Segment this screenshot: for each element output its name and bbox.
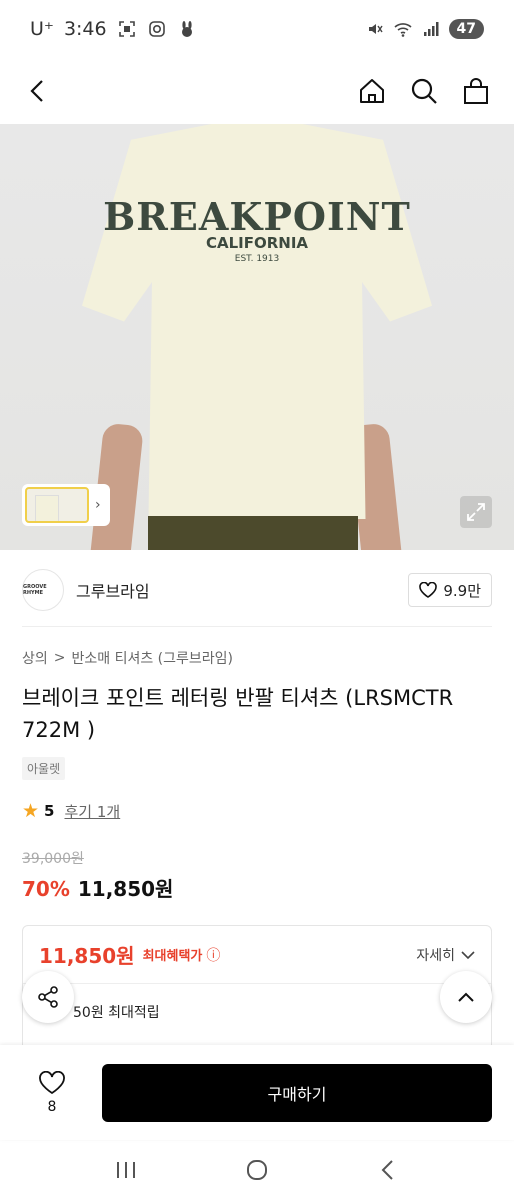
chevron-down-icon	[461, 950, 475, 959]
sale-price: 11,850원	[77, 877, 174, 901]
wishlist-button[interactable]: 8	[22, 1070, 82, 1115]
product-title: 브레이크 포인트 레터링 반팔 티셔츠 (LRSMCTR 722M )	[22, 686, 454, 742]
buy-button[interactable]: 구매하기	[102, 1063, 492, 1122]
chevron-left-icon	[381, 1160, 394, 1180]
brand-row[interactable]: GROOVE RHYME 그루브라임 9.9만	[22, 560, 492, 620]
carrier: U⁺	[30, 18, 54, 40]
home-nav-button[interactable]	[237, 1150, 277, 1190]
expand-button[interactable]	[460, 496, 492, 528]
star-icon: ★	[22, 800, 40, 822]
recent-apps-button[interactable]	[106, 1150, 146, 1190]
signal-icon	[421, 19, 441, 39]
battery-indicator: 47	[448, 19, 484, 39]
review-link[interactable]: 후기 1개	[64, 801, 120, 822]
share-icon	[38, 986, 58, 1008]
instagram-icon	[147, 19, 167, 39]
product-image[interactable]: BREAKPOINT CALIFORNIA EST. 1913 ›	[0, 124, 514, 550]
price-row: 70% 11,850원	[22, 873, 173, 902]
points-text: 50원 최대적립	[73, 1005, 160, 1021]
app-header	[0, 58, 514, 124]
discount-rate: 70%	[22, 877, 70, 901]
benefit-header[interactable]: 11,850원 최대혜택가 ⓘ 자세히	[23, 926, 491, 984]
share-button[interactable]	[22, 971, 74, 1023]
brand-logo[interactable]: GROOVE RHYME	[22, 569, 64, 611]
status-bar: U⁺ 3:46 47	[0, 0, 514, 58]
breadcrumb-separator: >	[53, 650, 66, 666]
cart-button[interactable]	[460, 75, 492, 107]
breadcrumb-subcategory[interactable]: 반소매 티셔츠 (그루브라임)	[72, 648, 234, 668]
breadcrumb-category[interactable]: 상의	[22, 648, 48, 668]
heart-icon	[39, 1070, 65, 1094]
screenshot-icon	[117, 19, 137, 39]
clock: 3:46	[63, 18, 107, 40]
chevron-left-icon	[30, 80, 43, 102]
back-button[interactable]	[22, 75, 54, 107]
recents-icon	[116, 1162, 135, 1178]
shopping-bag-icon	[464, 78, 488, 104]
back-nav-button[interactable]	[368, 1150, 408, 1190]
heart-icon	[419, 582, 438, 598]
shirt-print-est: EST. 1913	[234, 254, 280, 264]
system-nav-bar	[0, 1140, 514, 1200]
breadcrumb: 상의 > 반소매 티셔츠 (그루브라임)	[22, 648, 233, 668]
detail-toggle[interactable]: 자세히	[416, 945, 475, 965]
shirt-print-title: BREAKPOINT	[103, 194, 411, 239]
brand-like-button[interactable]: 9.9만	[408, 573, 492, 607]
divider	[22, 626, 492, 627]
rabbit-icon	[177, 19, 197, 39]
shirt-print-subtitle: CALIFORNIA	[205, 234, 309, 252]
home-circle-icon	[246, 1160, 267, 1180]
brand-name[interactable]: 그루브라임	[76, 578, 150, 602]
max-benefit-price: 11,850원	[39, 944, 135, 968]
original-price: 39,000원	[22, 851, 84, 867]
rating-row[interactable]: ★ 5 후기 1개	[22, 800, 120, 822]
outlet-tag: 아울렛	[22, 757, 66, 780]
search-button[interactable]	[408, 75, 440, 107]
expand-icon	[467, 503, 485, 521]
mute-icon	[365, 19, 385, 39]
wifi-icon	[393, 19, 413, 39]
thumbnail-strip[interactable]: ›	[22, 484, 110, 526]
chevron-up-icon	[458, 992, 474, 1002]
home-icon	[360, 79, 384, 103]
rating-score: 5	[44, 802, 55, 820]
brand-like-count: 9.9만	[443, 581, 481, 600]
max-benefit-label: 최대혜택가	[142, 949, 203, 964]
purchase-bar: 8 구매하기	[0, 1045, 514, 1140]
benefit-box: 11,850원 최대혜택가 ⓘ 자세히 50원 최대적립	[22, 925, 492, 1055]
wishlist-count: 8	[47, 1098, 57, 1115]
home-button[interactable]	[356, 75, 388, 107]
search-icon	[411, 78, 437, 104]
detail-label: 자세히	[416, 947, 455, 964]
info-icon[interactable]: ⓘ	[206, 945, 220, 965]
chevron-right-icon[interactable]: ›	[95, 497, 101, 513]
scroll-top-button[interactable]	[440, 971, 492, 1023]
points-row: 50원 최대적립	[23, 984, 491, 1040]
thumbnail-image[interactable]	[25, 487, 89, 523]
